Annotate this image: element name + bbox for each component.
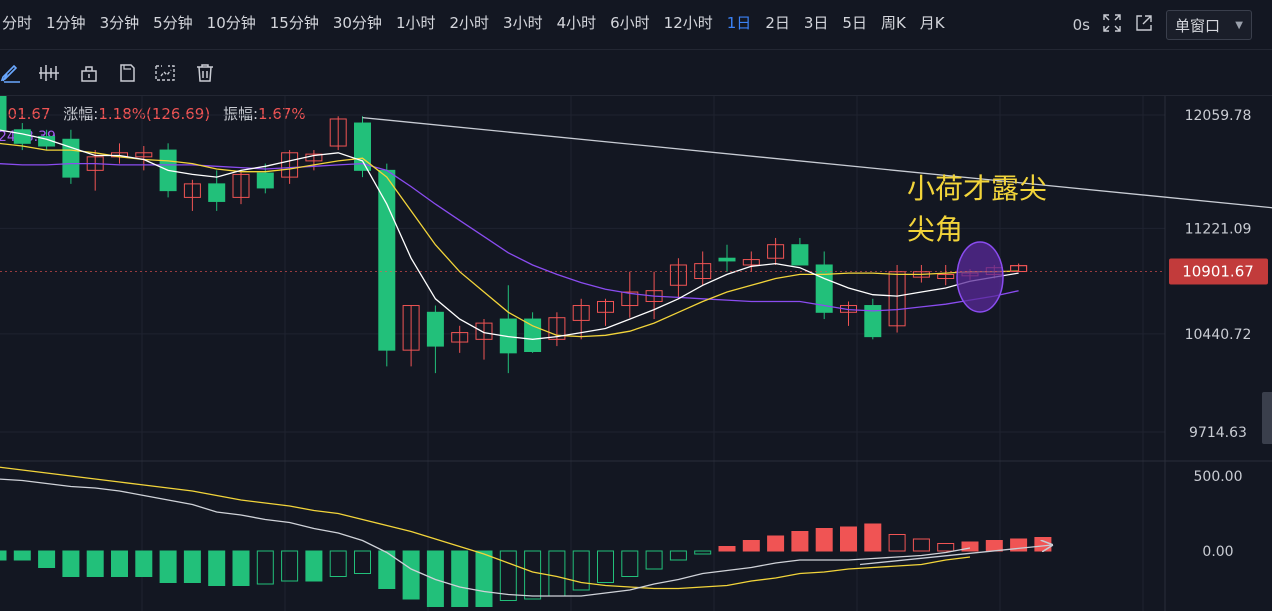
annotation-line-2: 尖角 [907, 213, 963, 246]
interval-toolbar: 分时 1分钟 3分钟 5分钟 10分钟 15分钟 30分钟 1小时 2小时 3小时 4小时 6小时 12… [0, 0, 1272, 50]
macd-bar-negative [62, 550, 80, 577]
window-mode-label: 单窗口 [1175, 16, 1221, 35]
macd-bar-negative [135, 550, 153, 577]
interval-list: 分时 1分钟 3分钟 5分钟 10分钟 15分钟 30分钟 1小时 2小时 3小时 4小时 6小时 12… [0, 12, 951, 33]
collapse-handle[interactable] [1262, 392, 1272, 444]
macd-bar-negative [402, 550, 420, 600]
macd-bar-positive [888, 534, 906, 552]
macd-bar-positive [742, 540, 760, 552]
interval-7[interactable]: 1小时 [388, 12, 442, 33]
macd-bar-positive [937, 543, 955, 552]
visibility-icon[interactable] [154, 62, 176, 84]
macd-bar-negative [111, 550, 128, 577]
macd-bar-negative [475, 550, 493, 607]
macd-bar-positive [815, 528, 833, 552]
candle-down [256, 172, 274, 189]
macd-tick-label: 500.00 [1194, 469, 1243, 485]
macd-bar-negative [208, 550, 226, 586]
macd-bar-negative [597, 550, 614, 583]
candle-down [208, 183, 226, 202]
interval-5[interactable]: 15分钟 [262, 12, 325, 33]
interval-1[interactable]: 1分钟 [38, 12, 92, 33]
interval-9[interactable]: 3小时 [495, 12, 549, 33]
pencil-icon[interactable] [0, 62, 22, 84]
macd-bar-positive [1034, 537, 1052, 552]
macd-bar-negative [13, 550, 31, 561]
price-tick-label: 11221.09 [1185, 221, 1252, 237]
macd-bar-positive [864, 523, 882, 552]
drawing-toolbar [0, 50, 1272, 96]
copy-icon[interactable] [116, 62, 138, 84]
candle-down [426, 311, 444, 347]
interval-16[interactable]: 5日 [834, 12, 873, 33]
candle-down [13, 129, 31, 144]
interval-12[interactable]: 12小时 [656, 12, 719, 33]
macd-bar-negative [305, 550, 323, 582]
macd-bar-negative [0, 550, 7, 561]
price-chart[interactable]: 12059.78 11221.09 10440.72 9714.63 500.00 0.0… [0, 96, 1272, 611]
macd-bar-negative [499, 550, 517, 601]
expand-icon[interactable] [1102, 13, 1122, 37]
macd-bar-negative [451, 550, 469, 607]
interval-15[interactable]: 3日 [796, 12, 835, 33]
interval-14[interactable]: 2日 [757, 12, 796, 33]
interval-2[interactable]: 3分钟 [92, 12, 146, 33]
candle-down [378, 169, 396, 351]
interval-18[interactable]: 月K [912, 12, 951, 33]
interval-11[interactable]: 6小时 [602, 12, 656, 33]
interval-3[interactable]: 5分钟 [145, 12, 199, 33]
interval-8[interactable]: 2小时 [441, 12, 495, 33]
lock-icon[interactable] [78, 62, 100, 84]
current-price-label: 10901.67 [1182, 263, 1254, 281]
annotation-line-1: 小荷才露尖 [907, 172, 1047, 205]
macd-bar-negative [645, 550, 663, 570]
highlight-circle [956, 241, 1004, 313]
chevron-down-icon: ▼ [1235, 19, 1243, 31]
price-tick-label: 9714.63 [1189, 425, 1247, 441]
interval-17[interactable]: 周K [873, 12, 912, 33]
fibonacci-icon[interactable] [38, 62, 60, 84]
macd-bar-negative [256, 550, 274, 585]
interval-13[interactable]: 1日 [719, 12, 758, 33]
popout-icon[interactable] [1134, 13, 1154, 37]
macd-bar-positive [767, 535, 785, 552]
window-mode-select[interactable]: 单窗口 ▼ [1166, 10, 1252, 40]
ma-purple-line [0, 162, 1019, 312]
macd-bar-negative [281, 550, 299, 582]
macd-bar-negative [572, 550, 590, 591]
candle-down [791, 244, 809, 266]
macd-bar-negative [354, 550, 371, 574]
macd-bar-positive [912, 538, 930, 552]
interval-10[interactable]: 4小时 [549, 12, 603, 33]
macd-bar-negative [232, 550, 250, 586]
macd-bar-negative [621, 550, 639, 577]
macd-bar-negative [86, 550, 104, 577]
macd-bar-negative [669, 550, 687, 561]
trendline-resistance [362, 116, 1272, 209]
trash-icon[interactable] [194, 62, 216, 84]
macd-bar-positive [791, 531, 809, 552]
interval-0[interactable]: 分时 [0, 12, 38, 33]
candle-down [0, 96, 7, 131]
candle-down [718, 257, 736, 262]
price-tick-label: 12059.78 [1185, 108, 1252, 124]
macd-bar-negative [694, 550, 712, 555]
toolbar-right-group: 0s 单窗口 ▼ [1073, 10, 1252, 40]
candle-down [524, 318, 542, 352]
macd-bar-negative [38, 550, 56, 568]
macd-bar-negative [183, 550, 201, 583]
macd-bar-positive [718, 546, 736, 552]
macd-bar-negative [159, 550, 177, 583]
macd-tick-label: 0.00 [1202, 544, 1233, 560]
price-tick-label: 10440.72 [1185, 327, 1252, 343]
macd-bar-negative [329, 550, 347, 577]
interval-6[interactable]: 30分钟 [325, 12, 388, 33]
macd-bar-positive [840, 526, 857, 552]
macd-bar-negative [548, 550, 566, 597]
macd-bar-negative [426, 550, 444, 607]
macd-bar-negative [524, 550, 542, 600]
countdown-label: 0s [1072, 16, 1090, 34]
interval-4[interactable]: 10分钟 [199, 12, 262, 33]
macd-bar-positive [985, 540, 1003, 552]
